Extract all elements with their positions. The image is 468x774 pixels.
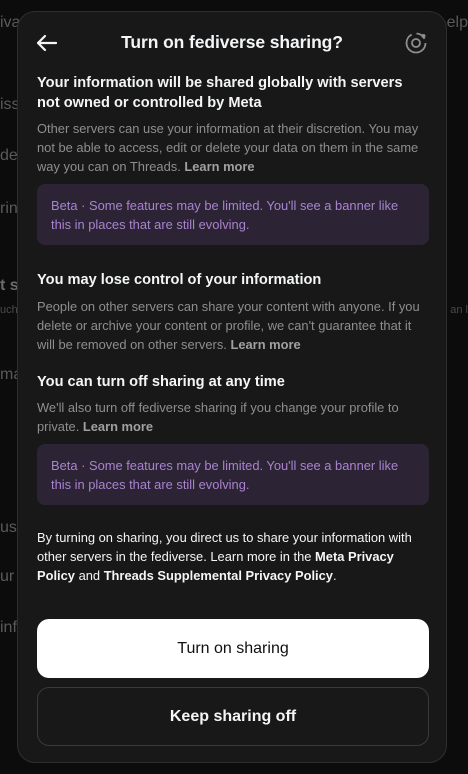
fediverse-settings-button[interactable] — [402, 29, 430, 57]
background-text: elp — [446, 14, 468, 31]
section-body: People on other servers can share your c… — [37, 298, 420, 352]
dialog-content: Your information will be shared globally… — [37, 74, 429, 585]
section-lose-control: You may lose control of your information… — [37, 271, 429, 354]
section-title: You can turn off sharing at any time — [37, 373, 285, 390]
keep-sharing-off-button[interactable]: Keep sharing off — [37, 687, 429, 746]
fediverse-icon — [405, 32, 427, 54]
background-text: uch — [0, 304, 18, 316]
background-text: ur — [0, 568, 15, 585]
background-text: inf — [0, 619, 17, 636]
learn-more-link[interactable]: Learn more — [184, 159, 254, 174]
section-title: Your information will be shared globally… — [37, 75, 403, 111]
threads-privacy-policy-link[interactable]: Threads Supplemental Privacy Policy — [104, 568, 333, 583]
section-shared-globally: Your information will be shared globally… — [37, 74, 429, 176]
learn-more-link[interactable]: Learn more — [83, 419, 153, 434]
background-text: rin — [0, 200, 18, 217]
background-text: t s — [0, 277, 19, 294]
beta-notice: Beta · Some features may be limited. You… — [37, 444, 429, 505]
consent-text: By turning on sharing, you direct us to … — [37, 530, 412, 583]
turn-on-sharing-button[interactable]: Turn on sharing — [37, 619, 429, 678]
dialog-header: Turn on fediverse sharing? — [18, 12, 446, 74]
background-text: an l — [450, 304, 468, 316]
section-body: We'll also turn off fediverse sharing if… — [37, 400, 399, 434]
learn-more-link[interactable]: Learn more — [230, 337, 300, 352]
section-body: Other servers can use your information a… — [37, 121, 419, 174]
arrow-left-icon — [36, 34, 58, 52]
section-title: You may lose control of your information — [37, 272, 322, 288]
background-text: us — [0, 519, 17, 536]
beta-notice: Beta · Some features may be limited. You… — [37, 184, 429, 245]
dialog-title: Turn on fediverse sharing? — [121, 32, 343, 52]
back-button[interactable] — [32, 28, 62, 58]
section-turn-off: You can turn off sharing at any time We'… — [37, 373, 429, 437]
fediverse-sharing-dialog: Turn on fediverse sharing? Your informat… — [17, 11, 447, 763]
background-text: de — [0, 147, 18, 164]
